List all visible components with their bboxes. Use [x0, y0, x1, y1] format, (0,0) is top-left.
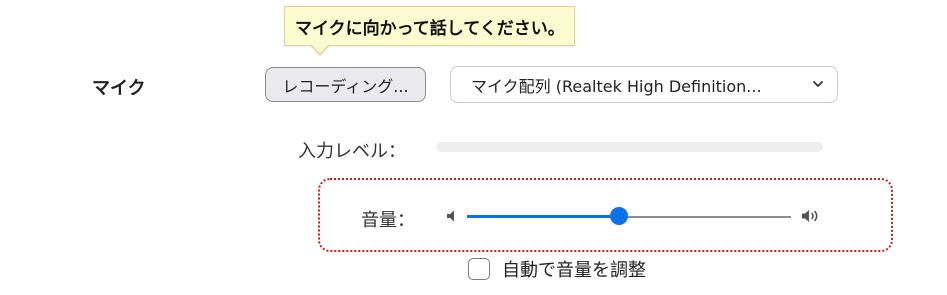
volume-slider-fill — [467, 215, 620, 218]
input-level-label: 入力レベル： — [298, 141, 406, 162]
volume-label: 音量： — [361, 210, 415, 231]
speaker-high-icon — [802, 210, 818, 222]
tooltip-arrow-fill — [311, 44, 329, 54]
input-level-meter — [436, 142, 823, 152]
mic-device-select-value: マイク配列 (Realtek High Definition... — [471, 76, 762, 96]
auto-adjust-checkbox[interactable] — [468, 258, 490, 280]
tooltip: マイクに向かって話してください。 — [284, 6, 575, 46]
mic-device-select[interactable]: マイク配列 (Realtek High Definition... — [450, 66, 838, 103]
tooltip-text: マイクに向かって話してください。 — [295, 18, 565, 39]
record-button[interactable]: レコーディング... — [265, 67, 426, 102]
mic-section-label: マイク — [92, 78, 146, 99]
chevron-down-icon — [813, 81, 823, 87]
auto-adjust-label[interactable]: 自動で音量を調整 — [502, 256, 646, 282]
speaker-low-icon — [447, 210, 454, 222]
